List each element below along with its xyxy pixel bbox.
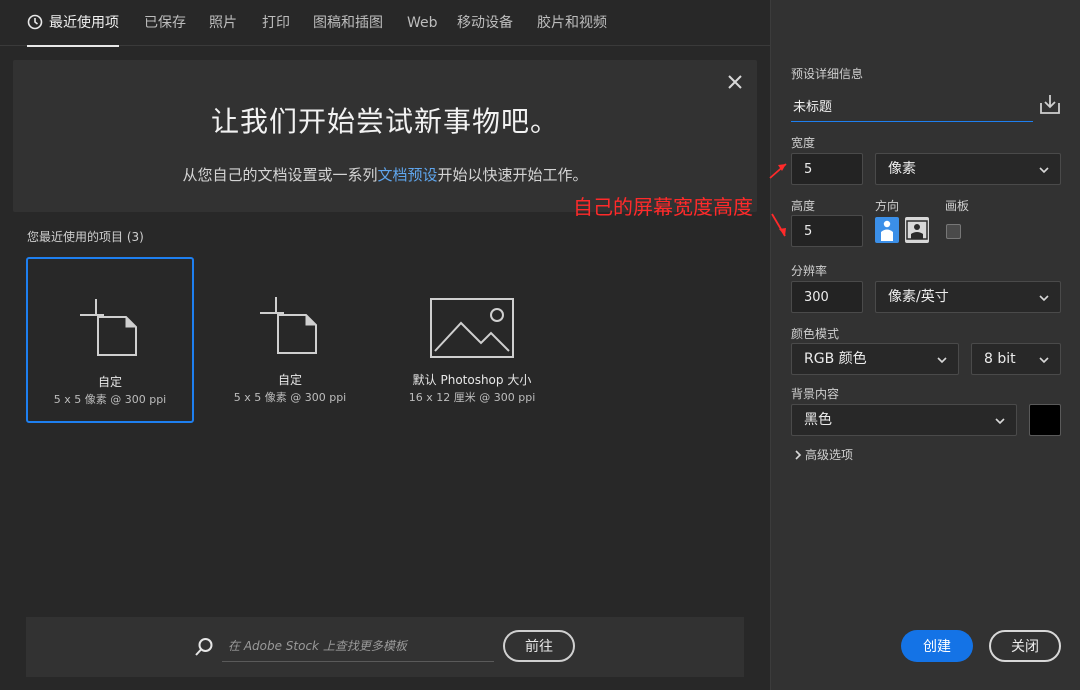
color-mode-value: RGB 颜色 bbox=[804, 351, 867, 367]
document-name-input[interactable] bbox=[791, 90, 1033, 122]
subtitle-text: 从您自己的文档设置或一系列 bbox=[182, 166, 378, 184]
tab-art-illustration[interactable]: 图稿和插图 bbox=[313, 0, 383, 46]
background-content-value: 黑色 bbox=[804, 412, 832, 428]
resolution-unit-value: 像素/英寸 bbox=[888, 289, 949, 305]
screen-size-annotation: 自己的屏幕宽度高度 bbox=[573, 195, 753, 219]
tab-photo[interactable]: 照片 bbox=[209, 0, 237, 46]
bit-depth-select[interactable]: 8 bit bbox=[971, 343, 1061, 375]
chevron-down-icon bbox=[995, 418, 1005, 425]
annotation-arrows bbox=[769, 163, 787, 237]
recent-item-card[interactable]: 自定 5 x 5 像素 @ 300 ppi bbox=[206, 257, 374, 423]
recent-item-name: 默认 Photoshop 大小 bbox=[412, 373, 532, 387]
document-type-tabs: 最近使用项 已保存 照片 打印 图稿和插图 Web 移动设备 胶片和视频 bbox=[0, 0, 770, 47]
chevron-down-icon bbox=[1039, 357, 1049, 364]
recent-items-title: 您最近使用的项目 (3) bbox=[27, 230, 144, 244]
artboard-checkbox[interactable] bbox=[946, 224, 961, 239]
recent-item-card[interactable]: 默认 Photoshop 大小 16 x 12 厘米 @ 300 ppi bbox=[388, 257, 556, 423]
chevron-down-icon bbox=[937, 357, 947, 364]
portrait-icon bbox=[881, 220, 893, 241]
width-input[interactable] bbox=[791, 153, 863, 185]
color-mode-select[interactable]: RGB 颜色 bbox=[791, 343, 959, 375]
color-mode-label: 颜色模式 bbox=[791, 327, 840, 341]
preset-details-label: 预设详细信息 bbox=[791, 67, 864, 81]
banner-subtitle: 从您自己的文档设置或一系列文档预设开始以快速开始工作。 bbox=[13, 164, 757, 185]
go-button[interactable]: 前往 bbox=[503, 630, 575, 662]
bit-depth-value: 8 bit bbox=[984, 351, 1016, 367]
document-presets-link[interactable]: 文档预设 bbox=[377, 166, 437, 184]
landscape-icon bbox=[906, 220, 928, 240]
tab-saved[interactable]: 已保存 bbox=[144, 0, 186, 46]
tab-recent-label: 最近使用项 bbox=[49, 15, 119, 31]
advanced-options-label: 高级选项 bbox=[805, 448, 854, 462]
recent-item-name: 自定 bbox=[277, 373, 302, 387]
tab-web[interactable]: Web bbox=[407, 0, 438, 46]
orientation-label: 方向 bbox=[875, 199, 900, 213]
tab-film-video[interactable]: 胶片和视频 bbox=[537, 0, 607, 46]
recent-item-size: 16 x 12 厘米 @ 300 ppi bbox=[408, 391, 536, 404]
portrait-orientation-button[interactable] bbox=[875, 217, 899, 243]
custom-doc-icon bbox=[80, 299, 137, 356]
chevron-down-icon bbox=[1039, 295, 1049, 302]
recent-item-name: 自定 bbox=[97, 375, 122, 389]
background-content-select[interactable]: 黑色 bbox=[791, 404, 1017, 436]
stock-search-bar: 前往 bbox=[26, 617, 744, 677]
resolution-input[interactable] bbox=[791, 281, 863, 313]
width-label: 宽度 bbox=[791, 136, 816, 150]
main-area: 让我们开始尝试新事物吧。 从您自己的文档设置或一系列文档预设开始以快速开始工作。… bbox=[0, 47, 770, 690]
subtitle-text-end: 开始以快速开始工作。 bbox=[437, 166, 588, 184]
recent-item-size: 5 x 5 像素 @ 300 ppi bbox=[53, 393, 167, 406]
search-icon bbox=[195, 638, 213, 656]
advanced-options-toggle[interactable]: 高级选项 bbox=[793, 446, 853, 463]
custom-doc-icon bbox=[260, 297, 317, 354]
resolution-label: 分辨率 bbox=[791, 264, 828, 278]
preset-details-panel: 预设详细信息 宽度 像素 高度 方向 画板 分辨率 像素/英寸 颜色模式 RGB… bbox=[770, 0, 1080, 690]
height-input[interactable] bbox=[791, 215, 863, 247]
tab-print[interactable]: 打印 bbox=[262, 0, 290, 46]
create-button[interactable]: 创建 bbox=[901, 630, 973, 662]
recent-item-card[interactable]: 自定 5 x 5 像素 @ 300 ppi bbox=[26, 257, 194, 423]
artboard-label: 画板 bbox=[945, 199, 970, 213]
background-content-label: 背景内容 bbox=[791, 387, 840, 401]
resolution-unit-select[interactable]: 像素/英寸 bbox=[875, 281, 1061, 313]
chevron-down-icon bbox=[1039, 167, 1049, 174]
width-unit-value: 像素 bbox=[888, 161, 916, 177]
close-button[interactable]: 关闭 bbox=[989, 630, 1061, 662]
tab-mobile[interactable]: 移动设备 bbox=[457, 0, 513, 46]
clock-icon bbox=[27, 14, 43, 30]
banner-title: 让我们开始尝试新事物吧。 bbox=[210, 105, 559, 138]
landscape-orientation-button[interactable] bbox=[905, 217, 929, 243]
width-unit-select[interactable]: 像素 bbox=[875, 153, 1061, 185]
tab-recent[interactable]: 最近使用项 bbox=[27, 0, 119, 47]
stock-search-input[interactable] bbox=[222, 630, 494, 662]
chevron-right-icon bbox=[795, 450, 802, 460]
welcome-banner: 让我们开始尝试新事物吧。 从您自己的文档设置或一系列文档预设开始以快速开始工作。 bbox=[13, 60, 757, 212]
save-preset-icon[interactable] bbox=[1039, 93, 1061, 115]
recent-item-size: 5 x 5 像素 @ 300 ppi bbox=[233, 391, 347, 404]
close-icon[interactable] bbox=[725, 72, 745, 92]
image-icon bbox=[430, 298, 514, 358]
background-color-swatch[interactable] bbox=[1029, 404, 1061, 436]
